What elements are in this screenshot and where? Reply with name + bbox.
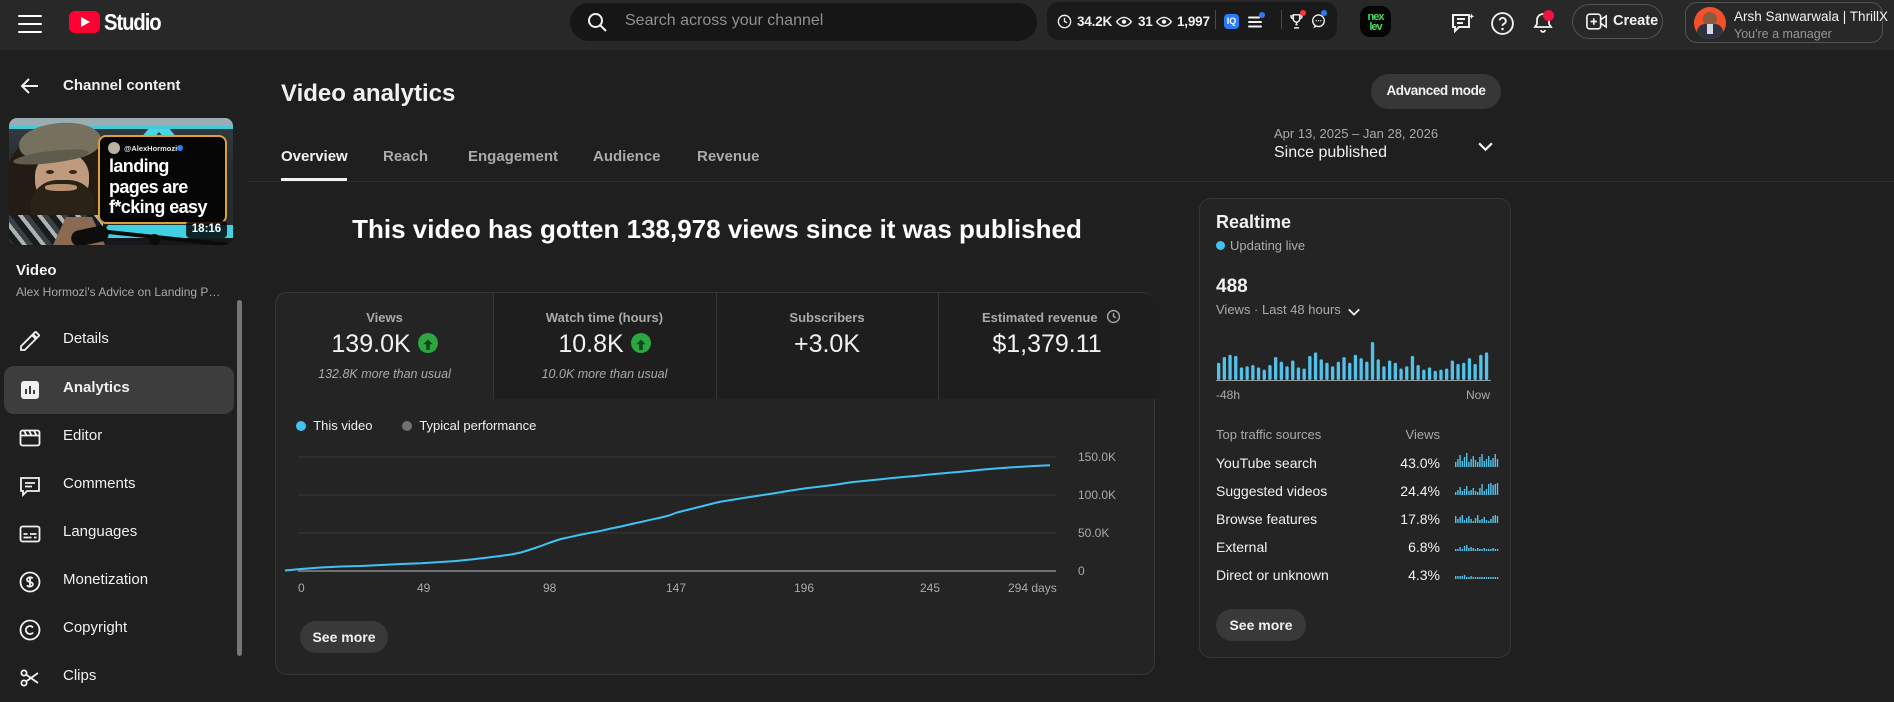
- svg-text:245: 245: [920, 581, 940, 595]
- svg-text:0: 0: [298, 581, 305, 595]
- svg-text:0: 0: [1078, 564, 1085, 578]
- svg-text:147: 147: [666, 581, 686, 595]
- svg-text:49: 49: [417, 581, 431, 595]
- svg-text:50.0K: 50.0K: [1078, 526, 1109, 540]
- svg-text:98: 98: [543, 581, 557, 595]
- svg-text:150.0K: 150.0K: [1078, 450, 1116, 464]
- svg-text:100.0K: 100.0K: [1078, 488, 1116, 502]
- svg-text:196: 196: [794, 581, 814, 595]
- svg-text:294 days: 294 days: [1008, 581, 1057, 595]
